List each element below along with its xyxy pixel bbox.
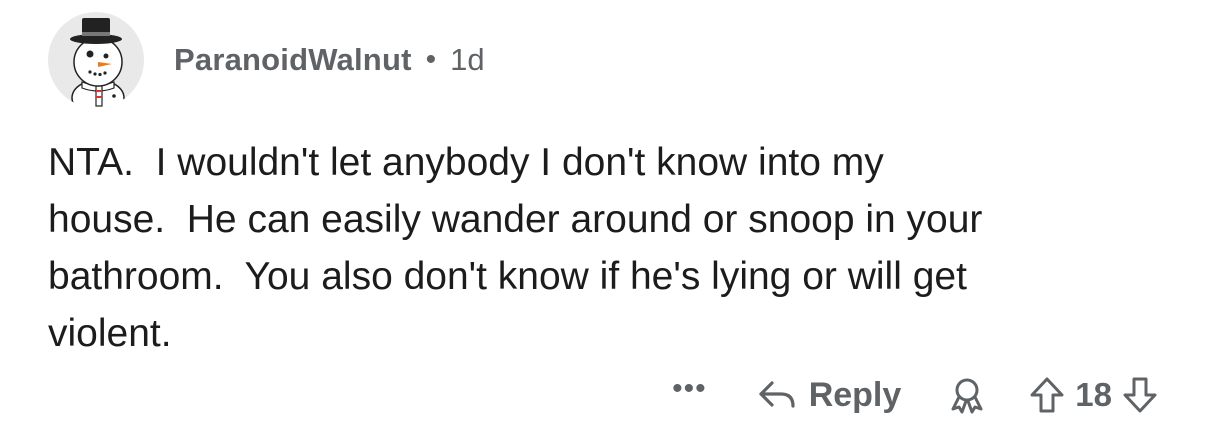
downvote-arrow-icon[interactable] [1122, 376, 1158, 414]
comment-age: 1d [450, 42, 485, 77]
comment-body: NTA. I wouldn't let anybody I don't know… [48, 141, 983, 355]
vote-count: 18 [1075, 376, 1112, 413]
reply-button[interactable]: Reply [757, 375, 902, 415]
comment-header: ParanoidWalnut • 1d [48, 12, 485, 108]
comment-card: ParanoidWalnut • 1d NTA. I wouldn't let … [0, 0, 1206, 435]
reply-label: Reply [808, 375, 902, 414]
comment-meta: ParanoidWalnut • 1d [174, 42, 485, 78]
more-options-button[interactable]: ••• [672, 374, 707, 404]
comment-actions: ••• Reply 18 [672, 360, 1158, 430]
reply-arrow-icon [757, 378, 797, 412]
meta-separator: • [425, 43, 437, 76]
author-username[interactable]: ParanoidWalnut [174, 42, 412, 78]
snowman-avatar-icon[interactable] [48, 12, 144, 108]
award-icon[interactable] [947, 375, 987, 415]
upvote-arrow-icon[interactable] [1029, 376, 1065, 414]
vote-group: 18 [1029, 376, 1158, 414]
